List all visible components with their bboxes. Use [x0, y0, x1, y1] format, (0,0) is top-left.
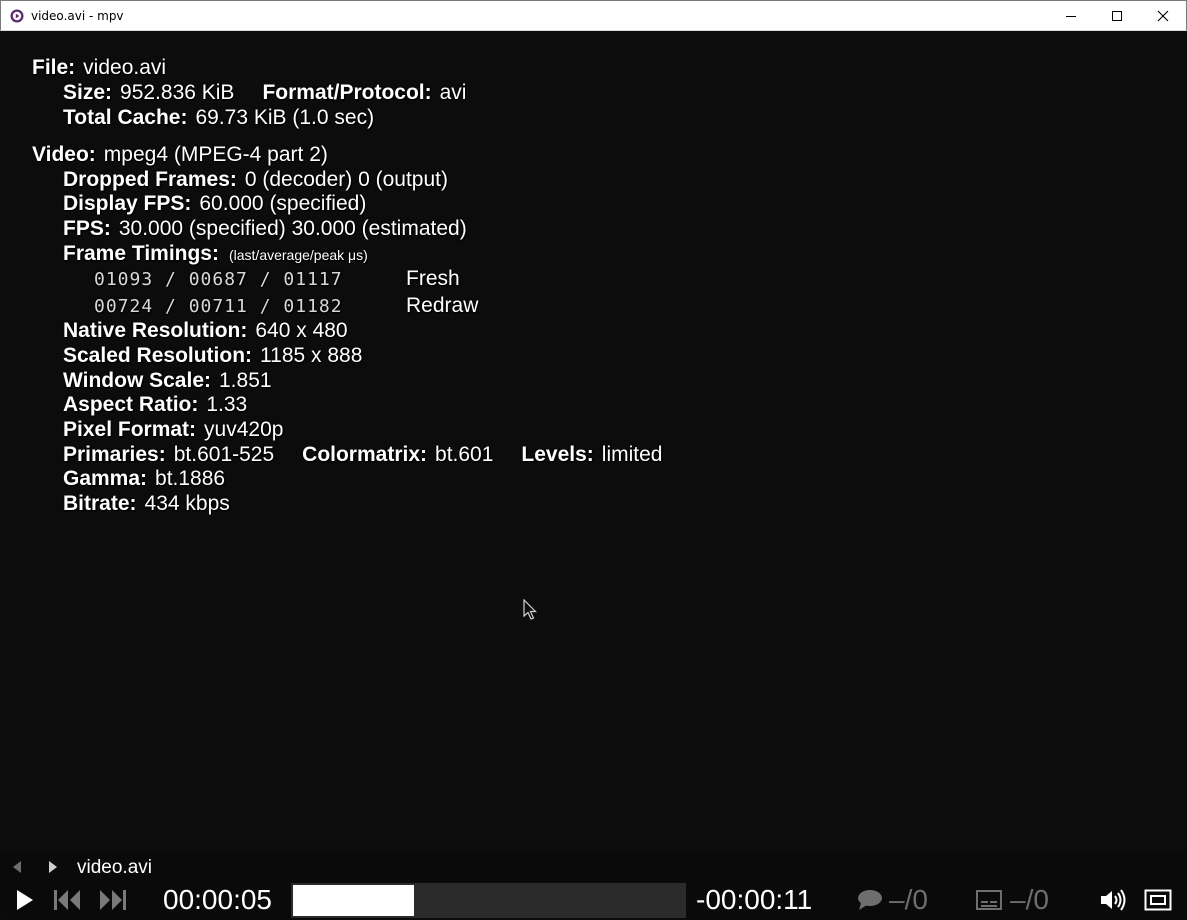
audio-track-icon [858, 890, 882, 910]
play-icon[interactable] [15, 888, 35, 912]
colormatrix-key: Colormatrix: [302, 443, 428, 466]
stats-window-scale-row: Window Scale: 1.851 [63, 369, 272, 393]
timing-redraw-row: 00724 / 00711 / 01182 Redraw [94, 294, 478, 319]
native-resolution-value: 640 x 480 [255, 319, 348, 342]
stats-pixel-format-row: Pixel Format: yuv420p [63, 418, 283, 442]
pixel-format-key: Pixel Format: [63, 418, 197, 441]
size-value: 952.836 KiB [120, 81, 235, 104]
media-title[interactable]: video.avi [77, 857, 152, 879]
display-fps-value: 60.000 (specified) [199, 192, 367, 215]
fps-value: 30.000 (specified) 30.000 (estimated) [118, 217, 467, 240]
window-titlebar[interactable]: video.avi - mpv [0, 0, 1187, 31]
audio-track-button[interactable]: –/0 [857, 884, 928, 916]
timing-redraw-label: Redraw [406, 294, 479, 317]
display-fps-key: Display FPS: [63, 192, 192, 215]
native-resolution-key: Native Resolution: [63, 319, 248, 342]
mpv-logo-icon [9, 8, 25, 24]
stats-dropped-row: Dropped Frames: 0 (decoder) 0 (output) [63, 168, 448, 192]
timing-fresh-values: 01093 / 00687 / 01117 [94, 269, 343, 290]
osc-bar: video.avi 00:00:05 -00:00:11 –/0 –/0 [1, 851, 1186, 919]
stats-cache-row: Total Cache: 69.73 KiB (1.0 sec) [63, 106, 374, 130]
stats-bitrate-row: Bitrate: 434 kbps [63, 492, 230, 516]
video-value: mpeg4 (MPEG-4 part 2) [103, 143, 328, 166]
size-key: Size: [63, 81, 113, 104]
skip-forward-icon[interactable] [97, 889, 127, 911]
gamma-key: Gamma: [63, 467, 148, 490]
timing-fresh-label: Fresh [406, 267, 460, 290]
primaries-key: Primaries: [63, 443, 166, 466]
primaries-value: bt.601-525 [173, 443, 275, 466]
timing-redraw-values: 00724 / 00711 / 01182 [94, 296, 343, 317]
cache-value: 69.73 KiB (1.0 sec) [195, 106, 375, 129]
minimize-button[interactable] [1048, 1, 1094, 31]
stats-display-fps-row: Display FPS: 60.000 (specified) [63, 192, 366, 216]
bitrate-value: 434 kbps [144, 492, 230, 515]
seekbar-progress [293, 885, 414, 916]
audio-track-value: –/0 [889, 884, 928, 915]
frame-timings-unit: (last/average/peak μs) [228, 247, 368, 263]
minimize-icon [1066, 16, 1076, 17]
video-key: Video: [32, 143, 96, 166]
subtitle-track-button[interactable]: –/0 [976, 884, 1049, 916]
stats-scaled-res-row: Scaled Resolution: 1185 x 888 [63, 344, 362, 368]
stats-file-row: File: video.avi [32, 56, 166, 80]
stats-size-row: Size: 952.836 KiB Format/Protocol: avi [63, 81, 466, 105]
scaled-resolution-value: 1185 x 888 [260, 344, 363, 367]
volume-icon[interactable] [1099, 889, 1127, 911]
levels-key: Levels: [521, 443, 594, 466]
maximize-icon [1112, 11, 1122, 21]
close-button[interactable] [1140, 1, 1186, 31]
file-value: video.avi [83, 56, 167, 79]
format-value: avi [439, 81, 467, 104]
maximize-button[interactable] [1094, 1, 1140, 31]
format-key: Format/Protocol: [262, 81, 432, 104]
window-scale-key: Window Scale: [63, 369, 211, 392]
seekbar[interactable] [291, 883, 686, 918]
time-position[interactable]: 00:00:05 [163, 884, 272, 916]
colormatrix-value: bt.601 [435, 443, 494, 466]
playlist-prev-icon[interactable] [11, 860, 23, 874]
window-title: video.avi - mpv [31, 8, 124, 23]
subtitle-track-value: –/0 [1010, 884, 1049, 915]
stats-aspect-row: Aspect Ratio: 1.33 [63, 393, 247, 417]
dropped-value: 0 (decoder) 0 (output) [244, 168, 448, 191]
skip-back-icon[interactable] [53, 889, 83, 911]
playlist-next-icon[interactable] [47, 860, 59, 874]
time-remaining[interactable]: -00:00:11 [696, 884, 812, 916]
timing-fresh-row: 01093 / 00687 / 01117 Fresh [94, 267, 460, 292]
mouse-cursor-icon [523, 599, 537, 620]
frame-timings-key: Frame Timings: [63, 242, 219, 265]
gamma-value: bt.1886 [155, 467, 226, 490]
pixel-format-value: yuv420p [204, 418, 284, 441]
stats-gamma-row: Gamma: bt.1886 [63, 467, 225, 491]
scaled-resolution-key: Scaled Resolution: [63, 344, 253, 367]
levels-value: limited [601, 443, 663, 466]
stats-video-row: Video: mpeg4 (MPEG-4 part 2) [32, 143, 328, 167]
fps-key: FPS: [63, 217, 111, 240]
close-icon [1157, 10, 1169, 22]
stats-color-row: Primaries: bt.601-525 Colormatrix: bt.601 Le… [63, 443, 662, 467]
aspect-ratio-value: 1.33 [206, 393, 248, 416]
bitrate-key: Bitrate: [63, 492, 137, 515]
stats-fps-row: FPS: 30.000 (specified) 30.000 (estimated… [63, 217, 467, 241]
window-scale-value: 1.851 [219, 369, 272, 392]
cache-key: Total Cache: [63, 106, 188, 129]
subtitle-icon [976, 890, 1002, 910]
fullscreen-icon[interactable] [1144, 889, 1172, 911]
aspect-ratio-key: Aspect Ratio: [63, 393, 199, 416]
stats-frame-timings-row: Frame Timings: (last/average/peak μs) [63, 242, 368, 267]
stats-native-res-row: Native Resolution: 640 x 480 [63, 319, 348, 343]
dropped-key: Dropped Frames: [63, 168, 237, 191]
file-key: File: [32, 56, 76, 79]
